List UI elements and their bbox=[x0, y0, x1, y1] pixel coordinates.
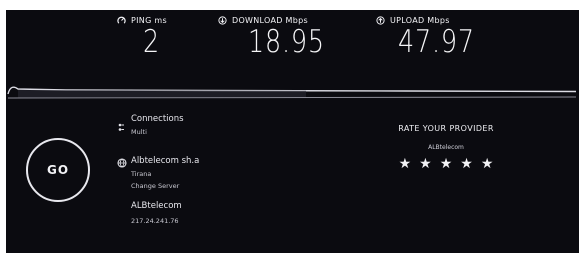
change-server-link[interactable]: Change Server bbox=[131, 182, 179, 190]
connections-label: Connections bbox=[131, 114, 184, 124]
connections-icon bbox=[118, 123, 124, 131]
download-icon bbox=[218, 16, 227, 25]
rating-stars: ★ ★ ★ ★ ★ bbox=[376, 157, 516, 171]
top-strip bbox=[0, 0, 582, 10]
server-name: Albtelecom sh.a bbox=[131, 156, 200, 166]
star-icon[interactable]: ★ bbox=[440, 157, 453, 171]
rate-provider-name: ALBtelecom bbox=[428, 144, 464, 151]
go-button[interactable]: GO bbox=[26, 138, 90, 202]
upload-icon bbox=[376, 16, 385, 25]
upload-metric: UPLOAD Mbps 47.97 bbox=[376, 16, 492, 58]
rate-provider-title: RATE YOUR PROVIDER bbox=[398, 124, 494, 133]
star-icon[interactable]: ★ bbox=[419, 157, 432, 171]
globe-icon bbox=[117, 158, 127, 168]
connections-value: Multi bbox=[131, 128, 147, 136]
provider-ip: 217.24.241.76 bbox=[131, 217, 179, 225]
speed-graph-divider bbox=[7, 86, 577, 99]
star-icon[interactable]: ★ bbox=[460, 157, 473, 171]
rate-provider-section: RATE YOUR PROVIDER ALBtelecom ★ ★ ★ ★ ★ bbox=[376, 124, 516, 171]
ping-icon bbox=[117, 16, 126, 24]
go-button-label: GO bbox=[46, 163, 70, 177]
star-icon[interactable]: ★ bbox=[399, 157, 412, 171]
ping-metric: PING ms 2 bbox=[117, 16, 167, 58]
upload-value: 47.97 bbox=[398, 24, 475, 60]
server-location: Tirana bbox=[131, 170, 152, 178]
speed-graph-fill bbox=[18, 90, 306, 98]
provider-name: ALBtelecom bbox=[131, 201, 182, 211]
download-metric: DOWNLOAD Mbps 18.95 bbox=[218, 16, 342, 58]
ping-value: 2 bbox=[143, 24, 161, 60]
download-value: 18.95 bbox=[248, 24, 325, 60]
speedtest-panel: PING ms 2 DOWNLOAD Mbps 18.95 UPLOAD Mbp… bbox=[6, 10, 579, 253]
star-icon[interactable]: ★ bbox=[481, 157, 494, 171]
